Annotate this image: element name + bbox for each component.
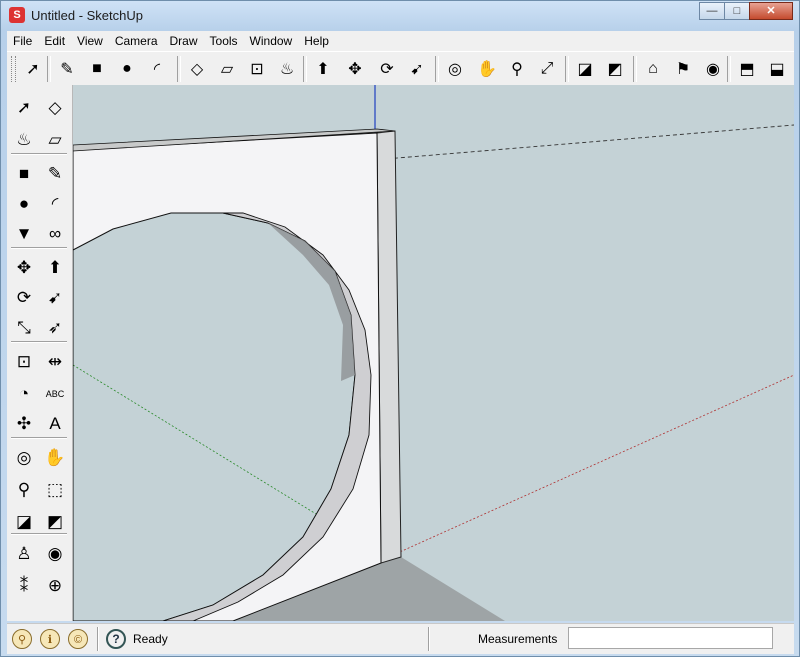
zoom-extents-icon[interactable]: ⤢ [535, 57, 559, 81]
title-bar[interactable]: S Untitled - SketchUp — □ ✕ [1, 1, 799, 31]
window-title: Untitled - SketchUp [31, 8, 143, 23]
share-component-icon[interactable]: ⬒ [735, 57, 759, 81]
text-tool-icon[interactable]: ABC [42, 381, 68, 407]
paint-bucket-icon[interactable]: ♨ [275, 57, 299, 81]
menu-file[interactable]: File [7, 34, 38, 48]
next-view-icon[interactable]: ◩ [603, 57, 627, 81]
google-earth-icon[interactable]: ◉ [701, 57, 725, 81]
drawing-area[interactable] [73, 85, 794, 621]
arc-tool-icon[interactable]: ◜ [145, 57, 169, 81]
tape-measure-icon[interactable]: ⊡ [245, 57, 269, 81]
status-text: Ready [133, 632, 168, 646]
rotate-tool-icon[interactable]: ⟳ [11, 285, 37, 311]
geo-location-icon[interactable]: ⚲ [12, 629, 32, 649]
help-icon[interactable]: ? [106, 629, 126, 649]
look-around-icon[interactable]: ◉ [42, 541, 68, 567]
menu-camera[interactable]: Camera [109, 34, 164, 48]
pan-tool-icon[interactable]: ✋ [42, 445, 68, 471]
menu-help[interactable]: Help [298, 34, 335, 48]
3d-text-tool-icon[interactable]: A [42, 411, 68, 437]
line-tool-icon[interactable]: ✎ [42, 161, 68, 187]
close-button[interactable]: ✕ [749, 2, 793, 20]
circle-tool-icon[interactable]: ● [11, 191, 37, 217]
menu-window[interactable]: Window [244, 34, 299, 48]
line-tool-icon[interactable]: ✎ [55, 57, 79, 81]
3d-warehouse-icon[interactable]: ⌂ [641, 57, 665, 81]
toolbar-grip[interactable] [11, 56, 16, 82]
toolbar-separator [633, 56, 637, 82]
model-canvas[interactable] [73, 85, 794, 621]
position-camera-icon[interactable]: ♙ [11, 541, 37, 567]
eraser-tool-icon[interactable]: ▱ [42, 127, 68, 153]
freehand-tool-icon[interactable]: ∞ [42, 221, 68, 247]
eraser-tool-icon[interactable]: ▱ [215, 57, 239, 81]
minimize-button[interactable]: — [699, 2, 725, 20]
toolbar-separator [11, 437, 67, 439]
tape-measure-icon[interactable]: ⊡ [11, 349, 37, 375]
protractor-tool-icon[interactable]: ◔ [11, 381, 37, 407]
circle-tool-icon[interactable]: ● [115, 57, 139, 81]
previous-view-icon[interactable]: ◪ [573, 57, 597, 81]
window-controls: — □ ✕ [699, 2, 793, 20]
menu-edit[interactable]: Edit [38, 34, 71, 48]
toolbar-separator [177, 56, 181, 82]
zoom-tool-icon[interactable]: ⚲ [11, 477, 37, 503]
paint-bucket-icon[interactable]: ♨ [11, 127, 37, 153]
next-view-icon[interactable]: ◩ [42, 509, 68, 535]
status-bar: ⚲ ℹ © ? Ready Measurements [7, 623, 794, 654]
status-divider [97, 627, 99, 651]
toolbar-separator [565, 56, 569, 82]
toolbar-separator [11, 153, 67, 155]
pan-tool-icon[interactable]: ✋ [475, 57, 499, 81]
section-plane-icon[interactable]: ⊕ [42, 573, 68, 599]
make-component-icon[interactable]: ◇ [185, 57, 209, 81]
maximize-button[interactable]: □ [724, 2, 750, 20]
scale-tool-icon[interactable]: ⤡ [11, 315, 37, 341]
rotate-tool-icon[interactable]: ⟳ [375, 57, 399, 81]
offset-tool-icon[interactable]: ➶ [42, 315, 68, 341]
follow-me-icon[interactable]: ➹ [42, 285, 68, 311]
push-pull-icon[interactable]: ⬆ [311, 57, 335, 81]
move-tool-icon[interactable]: ✥ [11, 255, 37, 281]
sign-in-icon[interactable]: © [68, 629, 88, 649]
get-models-icon[interactable]: ⚑ [671, 57, 695, 81]
select-tool-icon[interactable]: ➚ [21, 57, 45, 81]
orbit-tool-icon[interactable]: ◎ [443, 57, 467, 81]
share-model-icon[interactable]: ⬓ [765, 57, 789, 81]
menu-draw[interactable]: Draw [164, 34, 204, 48]
orbit-tool-icon[interactable]: ◎ [11, 445, 37, 471]
measurements-input[interactable] [568, 627, 773, 649]
toolbar-separator [727, 56, 731, 82]
large-tool-set-toolbar: ➚ ◇ ♨ ▱ ■ ✎ ● ◜ ▼ ∞ ✥ ⬆ ⟳ ➹ ⤡ ➶ ⊡ ⇹ ◔ ABC ✣ A ◎ ✋ ⚲ ⬚ ◪ ◩ ♙ ◉ ⁑ ⊕ [7, 85, 73, 621]
rectangle-tool-icon[interactable]: ■ [85, 57, 109, 81]
sketchup-window: S Untitled - SketchUp — □ ✕ File Edit View… [0, 0, 800, 657]
previous-view-icon[interactable]: ◪ [11, 509, 37, 535]
toolbar-separator [11, 247, 67, 249]
axes-tool-icon[interactable]: ✣ [11, 411, 37, 437]
toolbar-separator [303, 56, 307, 82]
main-toolbar: ➚ ✎ ■ ● ◜ ◇ ▱ ⊡ ♨ ⬆ ✥ ⟳ ➹ ◎ ✋ ⚲ ⤢ ◪ ◩ ⌂ ⚑ ◉ ⬒ ⬓ [7, 51, 794, 87]
select-tool-icon[interactable]: ➚ [11, 95, 37, 121]
status-divider [428, 627, 430, 651]
follow-me-icon[interactable]: ➹ [405, 57, 429, 81]
arc-tool-icon[interactable]: ◜ [42, 191, 68, 217]
make-component-icon[interactable]: ◇ [42, 95, 68, 121]
menu-tools[interactable]: Tools [204, 34, 244, 48]
zoom-window-icon[interactable]: ⬚ [42, 477, 68, 503]
toolbar-separator [47, 56, 51, 82]
toolbar-separator [11, 341, 67, 343]
rectangle-tool-icon[interactable]: ■ [11, 161, 37, 187]
walk-tool-icon[interactable]: ⁑ [11, 573, 37, 599]
move-tool-icon[interactable]: ✥ [343, 57, 367, 81]
menu-view[interactable]: View [71, 34, 109, 48]
menu-bar: File Edit View Camera Draw Tools Window Help [7, 31, 794, 51]
toolbar-separator [435, 56, 439, 82]
dimension-tool-icon[interactable]: ⇹ [42, 349, 68, 375]
push-pull-icon[interactable]: ⬆ [42, 255, 68, 281]
sketchup-logo-icon[interactable]: S [9, 7, 25, 23]
polygon-tool-icon[interactable]: ▼ [11, 221, 37, 247]
zoom-tool-icon[interactable]: ⚲ [505, 57, 529, 81]
credits-icon[interactable]: ℹ [40, 629, 60, 649]
measurements-label: Measurements [478, 632, 558, 646]
